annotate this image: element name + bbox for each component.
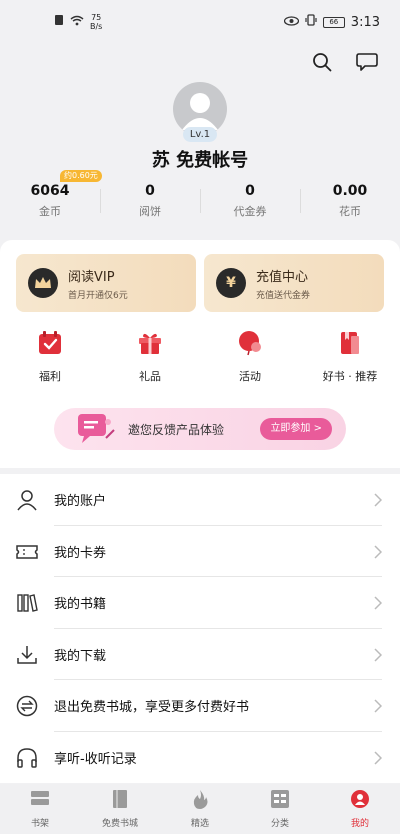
stat-vouchers[interactable]: 0 代金券 [200,183,300,219]
chevron-right-icon [374,544,383,563]
book-icon [337,330,363,360]
menu-item-listening-history[interactable]: 享听-收听记录 [0,732,400,784]
stat-coins[interactable]: 6064 金币 [0,183,100,219]
network-speed-value: 75 [91,13,102,22]
bottom-tab-bar: 书架 免费书城 精选 分类 我的 [0,784,400,834]
notification-icon [54,14,64,30]
menu-item-label: 我的书籍 [54,597,107,613]
top-actions [312,52,378,72]
stat-value: 0 [245,183,255,199]
headphones-icon [16,747,38,769]
vip-title: 阅读VIP [68,269,115,285]
chevron-right-icon [374,492,383,511]
calendar-check-icon [37,330,63,360]
menu-item-account[interactable]: 我的账户 [0,474,400,526]
status-right: 66 3:13 [283,14,380,30]
status-bar: 75 B/s 66 3:13 [0,0,400,44]
wifi-icon [70,15,84,30]
clock: 3:13 [350,14,380,30]
ticket-icon [16,541,38,563]
menu-item-label: 我的账户 [54,494,107,510]
search-icon[interactable] [312,52,332,72]
quick-action-recommend[interactable]: 好书 · 推荐 [300,330,400,384]
chevron-right-icon [374,750,383,769]
recharge-subtitle: 充值送代金券 [256,290,311,301]
vip-promo-card[interactable]: 阅读VIP 首月开通仅6元 [16,254,196,312]
download-icon [16,644,38,666]
eye-icon [283,15,299,30]
feedback-banner-text: 邀您反馈产品体验 [128,422,225,437]
tab-label: 分类 [270,819,289,829]
quick-action-label: 好书 · 推荐 [322,370,378,383]
free-book-icon [109,789,131,813]
stats-row: 6064 金币 0 阅饼 0 代金券 0.00 花币 [0,183,400,219]
stat-label: 金币 [39,205,61,218]
quick-actions: 福利 礼品 活动 好书 · 推荐 [0,330,400,384]
battery-icon: 66 [322,16,345,28]
network-speed: 75 B/s [90,13,102,31]
stat-yuebing[interactable]: 0 阅饼 [100,183,200,219]
stat-value: 0.00 [332,183,368,199]
menu-list: 我的账户 我的卡券 我的书籍 我的下载 退出免费书城，享受更多付费好书 享听-收… [0,474,400,783]
tab-label: 免费书城 [101,819,138,829]
menu-item-downloads[interactable]: 我的下载 [0,629,400,680]
chevron-right-icon [374,698,383,717]
chevron-right-icon [374,595,383,614]
tab-mine[interactable]: 我的 [320,784,400,834]
quick-action-gifts[interactable]: 礼品 [100,330,200,384]
tab-label: 精选 [190,819,209,829]
menu-item-books[interactable]: 我的书籍 [0,577,400,629]
menu-item-label: 我的卡券 [54,545,107,561]
quick-action-label: 礼品 [139,370,161,383]
flame-icon [189,789,211,813]
status-left: 75 B/s [54,13,102,31]
gift-icon [137,330,163,360]
crown-icon [28,268,58,298]
quick-action-label: 活动 [239,370,261,383]
tab-featured[interactable]: 精选 [160,784,240,834]
bookshelf-icon [29,789,51,813]
tab-bookshelf[interactable]: 书架 [0,784,80,834]
recharge-title: 充值中心 [256,269,309,285]
exchange-icon [16,695,38,717]
tab-label: 我的 [350,819,369,829]
network-speed-unit: B/s [90,22,103,31]
level-badge: Lv.1 [183,127,217,142]
menu-item-coupons[interactable]: 我的卡券 [0,526,400,577]
stat-label: 代金券 [233,205,267,218]
balloon-icon [237,330,263,360]
feedback-banner[interactable]: 邀您反馈产品体验 立即参加 > [54,408,346,450]
join-button[interactable]: 立即参加 > [260,418,332,440]
tab-categories[interactable]: 分类 [240,784,320,834]
tab-free-store[interactable]: 免费书城 [80,784,160,834]
feedback-chat-icon [74,412,116,450]
menu-item-label: 享听-收听记录 [54,751,137,767]
quick-action-label: 福利 [39,370,61,383]
tab-label: 书架 [30,819,49,829]
stat-value: 6064 [30,183,70,199]
menu-item-label: 退出免费书城，享受更多付费好书 [54,700,250,716]
quick-action-welfare[interactable]: 福利 [0,330,100,384]
stat-value: 0 [145,183,155,199]
stat-label: 花币 [339,205,361,218]
menu-item-exit-free-mode[interactable]: 退出免费书城，享受更多付费好书 [0,680,400,732]
stat-huabi[interactable]: 0.00 花币 [300,183,400,219]
services-card: 阅读VIP 首月开通仅6元 ¥ 充值中心 充值送代金券 福利 礼品 活动 好书 … [0,240,400,468]
quick-action-events[interactable]: 活动 [200,330,300,384]
books-icon [16,592,38,614]
profile-icon [349,789,371,813]
vip-subtitle: 首月开通仅6元 [68,290,128,301]
category-icon [269,789,291,813]
yen-icon: ¥ [216,268,246,298]
stat-label: 阅饼 [139,205,161,218]
recharge-promo-card[interactable]: ¥ 充值中心 充值送代金券 [204,254,384,312]
message-icon[interactable] [356,52,378,72]
user-icon [16,489,38,511]
menu-item-label: 我的下载 [54,648,107,664]
username: 苏 免费帐号 [151,150,249,171]
chevron-right-icon [374,647,383,666]
vibrate-icon [305,14,317,30]
coin-value-tag: 约0.60元 [60,170,102,182]
